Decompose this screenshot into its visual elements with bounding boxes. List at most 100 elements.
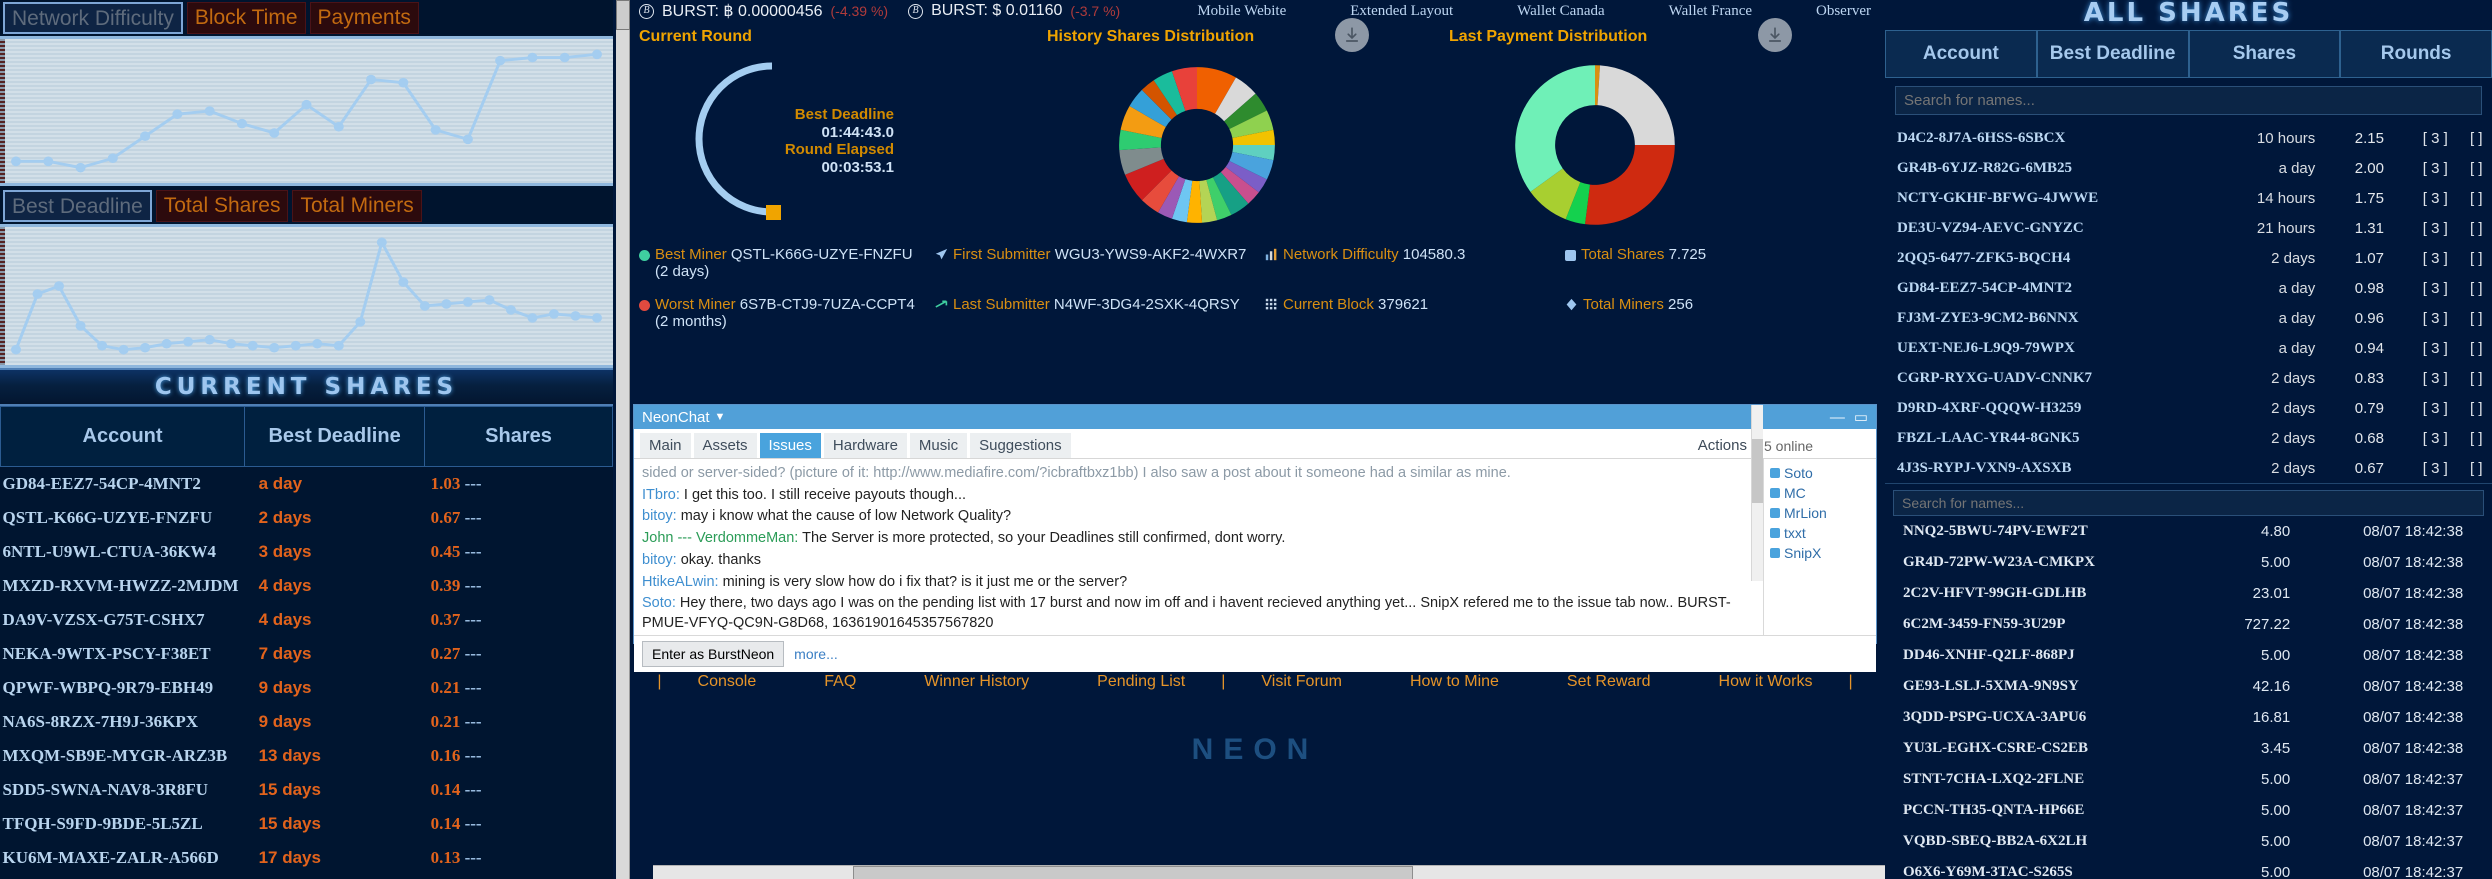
table-row[interactable]: FBZL-LAAC-YR44-8GNK5 2 days 0.68 [ 3 ] [ ]: [1885, 423, 2492, 453]
table-row[interactable]: CGRP-RYXG-UADV-CNNK7 2 days 0.83 [ 3 ] [ ]: [1885, 363, 2492, 393]
donut-slice[interactable]: [1584, 145, 1675, 225]
hscroll-thumb[interactable]: [853, 866, 1413, 879]
table-row[interactable]: NNQ2-5BWU-74PV-EWF2T 4.80 08/07 18:42:38: [1885, 516, 2492, 547]
chat-nickname[interactable]: Soto:: [642, 595, 680, 611]
chat-dropdown-icon[interactable]: ▼: [715, 411, 726, 423]
table-row[interactable]: GD84-EEZ7-54CP-4MNT2 a day 1.03 ---: [1, 467, 613, 502]
chat-nickname[interactable]: bitoy:: [642, 508, 681, 524]
scrollbar-thumb[interactable]: [616, 0, 630, 30]
chat-user[interactable]: txxt: [1770, 523, 1870, 543]
table-row[interactable]: 2QQ5-6477-ZFK5-BQCH4 2 days 1.07 [ 3 ] [ ]: [1885, 243, 2492, 273]
link-wallet-canada[interactable]: Wallet Canada: [1517, 3, 1605, 20]
table-row[interactable]: DE3U-VZ94-AEVC-GNYZC 21 hours 1.31 [ 3 ] [ ]: [1885, 213, 2492, 243]
tab-best-deadline[interactable]: Best Deadline: [3, 190, 152, 222]
nav-winner-history[interactable]: Winner History: [890, 673, 1063, 691]
chat-tab-music[interactable]: Music: [909, 433, 968, 458]
chat-nickname[interactable]: HtikeALwin:: [642, 574, 723, 590]
tab-network-difficulty[interactable]: Network Difficulty: [3, 2, 183, 34]
cell-account: DE3U-VZ94-AEVC-GNYZC: [1897, 219, 2084, 236]
table-row[interactable]: PCCN-TH35-QNTA-HP66E 5.00 08/07 18:42:37: [1885, 795, 2492, 826]
tab-block-time[interactable]: Block Time: [186, 2, 306, 34]
tab-total-shares[interactable]: Total Shares: [155, 190, 289, 222]
chat-nickname[interactable]: John --- VerdommeMan:: [642, 530, 802, 546]
chat-scrollbar[interactable]: [1751, 405, 1763, 581]
table-row[interactable]: SDD5-SWNA-NAV8-3R8FU 15 days 0.14 ---: [1, 773, 613, 807]
center-horizontal-scrollbar[interactable]: [653, 865, 1885, 879]
chat-user[interactable]: MC: [1770, 483, 1870, 503]
table-row[interactable]: 38UT-Q82X-N7FV-5KR6P20 days0.12 ---: [1, 875, 613, 879]
chat-tab-assets[interactable]: Assets: [693, 433, 757, 458]
table-row[interactable]: O6X6-Y69M-3TAC-S265S 5.00 08/07 18:42:37: [1885, 857, 2492, 879]
search-input[interactable]: [1895, 86, 2482, 115]
table-row[interactable]: FJ3M-ZYE3-9CM2-B6NNX a day 0.96 [ 3 ] [ ]: [1885, 303, 2492, 333]
table-row[interactable]: GR4B-6YJZ-R82G-6MB25 a day 2.00 [ 3 ] [ ]: [1885, 153, 2492, 183]
rp-tab-shares[interactable]: Shares: [2188, 30, 2341, 78]
table-row[interactable]: 6C2M-3459-FN59-3U29P 727.22 08/07 18:42:38: [1885, 609, 2492, 640]
table-row[interactable]: VQBD-SBEQ-BB2A-6X2LH 5.00 08/07 18:42:37: [1885, 826, 2492, 857]
col-account[interactable]: Account: [0, 406, 246, 467]
nav-console[interactable]: Console: [664, 673, 791, 691]
chat-nickname[interactable]: ITbro:: [642, 487, 684, 503]
nav-faq[interactable]: FAQ: [790, 673, 890, 691]
table-row[interactable]: 3QDD-PSPG-UCXA-3APU6 16.81 08/07 18:42:38: [1885, 702, 2492, 733]
col-best-deadline[interactable]: Best Deadline: [244, 406, 426, 467]
rp-tab-best-deadline[interactable]: Best Deadline: [2036, 30, 2189, 78]
table-row[interactable]: D9RD-4XRF-QQQW-H3259 2 days 0.79 [ 3 ] [ ]: [1885, 393, 2492, 423]
link-wallet-france[interactable]: Wallet France: [1669, 3, 1752, 20]
link-observer[interactable]: Observer: [1816, 3, 1871, 20]
rp-tab-rounds[interactable]: Rounds: [2340, 30, 2492, 78]
chat-message-list[interactable]: sided or server-sided? (picture of it: h…: [634, 459, 1764, 635]
link-mobile-website[interactable]: Mobile Webite: [1197, 3, 1286, 20]
table-row[interactable]: GD84-EEZ7-54CP-4MNT2 a day 0.98 [ 3 ] [ ]: [1885, 273, 2492, 303]
chat-tab-main[interactable]: Main: [640, 433, 691, 458]
table-row[interactable]: STNT-7CHA-LXQ2-2FLNE 5.00 08/07 18:42:37: [1885, 764, 2492, 795]
chat-user[interactable]: SnipX: [1770, 543, 1870, 563]
table-row[interactable]: MXQM-SB9E-MYGR-ARZ3B 13 days 0.16 ---: [1, 739, 613, 773]
chat-maximize-icon[interactable]: ▭: [1854, 408, 1868, 426]
table-row[interactable]: QSTL-K66G-UZYE-FNZFU 2 days 0.67 ---: [1, 501, 613, 535]
col-shares[interactable]: Shares: [424, 406, 613, 467]
table-row[interactable]: NEKA-9WTX-PSCY-F38ET 7 days 0.27 ---: [1, 637, 613, 671]
table-row[interactable]: DD46-XNHF-Q2LF-868PJ 5.00 08/07 18:42:38: [1885, 640, 2492, 671]
tab-total-miners[interactable]: Total Miners: [292, 190, 422, 222]
table-row[interactable]: NCTY-GKHF-BFWG-4JWWE 14 hours 1.75 [ 3 ] [ ]: [1885, 183, 2492, 213]
table-row[interactable]: MXZD-RXVM-HWZZ-2MJDM 4 days 0.39 ---: [1, 569, 613, 603]
chat-minimize-icon[interactable]: —: [1830, 409, 1845, 426]
table-row[interactable]: 2C2V-HFVT-99GH-GDLHB 23.01 08/07 18:42:38: [1885, 578, 2492, 609]
search-input-2[interactable]: [1893, 490, 2484, 516]
chat-tab-issues[interactable]: Issues: [759, 433, 821, 458]
cell-time: 08/07 18:42:38: [2363, 523, 2464, 540]
table-row[interactable]: KU6M-MAXE-ZALR-A566D 17 days 0.13 ---: [1, 841, 613, 875]
nav-how-to-mine[interactable]: How to Mine: [1376, 673, 1533, 691]
donut-slice[interactable]: [1515, 65, 1595, 192]
rp-tab-account[interactable]: Account: [1885, 30, 2037, 78]
table-row[interactable]: TFQH-S9FD-9BDE-5L5ZL 15 days 0.14 ---: [1, 807, 613, 841]
nav-pending-list[interactable]: Pending List: [1063, 673, 1219, 691]
table-row[interactable]: DA9V-VZSX-G75T-CSHX7 4 days 0.37 ---: [1, 603, 613, 637]
table-row[interactable]: YU3L-EGHX-CSRE-CS2EB 3.45 08/07 18:42:38: [1885, 733, 2492, 764]
table-row[interactable]: UEXT-NEJ6-L9Q9-79WPX a day 0.94 [ 3 ] [ ]: [1885, 333, 2492, 363]
chat-user[interactable]: MrLion: [1770, 503, 1870, 523]
center-vertical-scrollbar[interactable]: [616, 0, 630, 879]
table-row[interactable]: QPWF-WBPQ-9R79-EBH49 9 days 0.21 ---: [1, 671, 613, 705]
chat-nickname[interactable]: bitoy:: [642, 552, 681, 568]
history-download-button[interactable]: [1335, 18, 1369, 52]
nav-visit-forum[interactable]: Visit Forum: [1227, 673, 1376, 691]
table-row[interactable]: D4C2-8J7A-6HSS-6SBCX 10 hours 2.15 [ 3 ] [ ]: [1885, 123, 2492, 153]
chat-user[interactable]: Soto: [1770, 463, 1870, 483]
chat-tab-suggestions[interactable]: Suggestions: [970, 433, 1071, 458]
table-row[interactable]: 4J3S-RYPJ-VXN9-AXSXB 2 days 0.67 [ 3 ] [ ]: [1885, 453, 2492, 483]
donut-slice[interactable]: [1597, 65, 1675, 145]
chat-scrollbar-thumb[interactable]: [1752, 439, 1763, 503]
link-extended-layout[interactable]: Extended Layout: [1350, 3, 1453, 20]
nav-how-it-works[interactable]: How it Works: [1685, 673, 1847, 691]
tab-payments[interactable]: Payments: [309, 2, 419, 34]
nav-set-reward[interactable]: Set Reward: [1533, 673, 1685, 691]
table-row[interactable]: 6NTL-U9WL-CTUA-36KW4 3 days 0.45 ---: [1, 535, 613, 569]
table-row[interactable]: GR4D-72PW-W23A-CMKPX 5.00 08/07 18:42:38: [1885, 547, 2492, 578]
table-row[interactable]: NA6S-8RZX-7H9J-36KPX 9 days 0.21 ---: [1, 705, 613, 739]
payment-download-button[interactable]: [1758, 18, 1792, 52]
chat-tab-hardware[interactable]: Hardware: [823, 433, 907, 458]
table-row[interactable]: GE93-LSLJ-5XMA-9N9SY 42.16 08/07 18:42:38: [1885, 671, 2492, 702]
network-difficulty-chart: [0, 36, 613, 186]
